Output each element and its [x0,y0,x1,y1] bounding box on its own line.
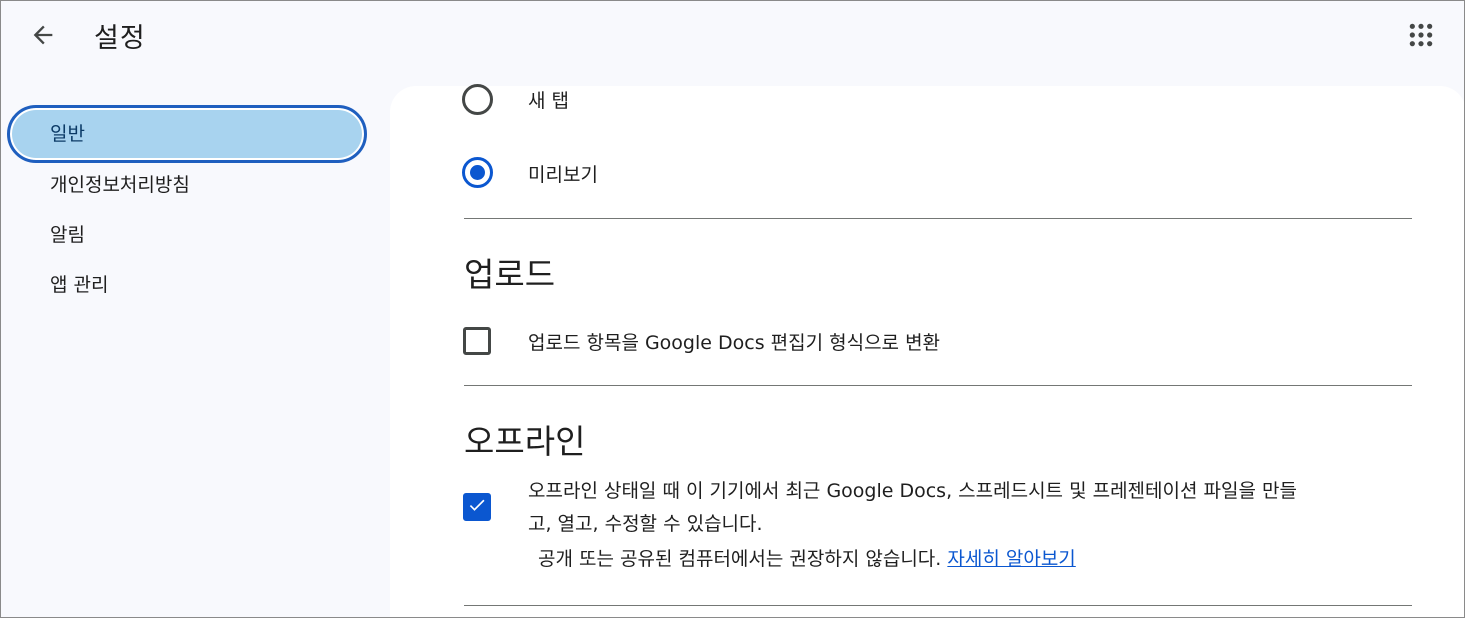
sidebar-item-label: 앱 관리 [50,274,109,296]
settings-window: 설정 일반 개인정보처리방침 알림 앱 관리 새 탭 미리보기 업로드 업로드 … [0,0,1465,618]
apps-button[interactable] [1401,17,1441,57]
offline-description-line2: 고, 열고, 수정할 수 있습니다. [528,513,763,535]
checkmark-icon [467,495,487,519]
offline-warning-text: 공개 또는 공유된 컴퓨터에서는 권장하지 않습니다. [538,548,942,570]
apps-grid-icon [1408,22,1434,52]
settings-content: 새 탭 미리보기 업로드 업로드 항목을 Google Docs 편집기 형식으… [390,84,1464,617]
offline-warning: 공개 또는 공유된 컴퓨터에서는 권장하지 않습니다. 자세히 알아보기 [538,543,1076,576]
sidebar-item-label: 알림 [50,224,85,246]
page-title: 설정 [94,23,146,54]
section-title-upload: 업로드 [464,255,556,294]
offline-checkbox[interactable] [463,493,491,521]
radio-selected-dot [470,165,485,180]
learn-more-link[interactable]: 자세히 알아보기 [947,548,1075,570]
back-button[interactable] [23,19,63,55]
arrow-left-icon [29,21,57,53]
convert-uploads-label: 업로드 항목을 Google Docs 편집기 형식으로 변환 [528,332,941,354]
radio-preview-label: 미리보기 [528,164,598,186]
divider [464,385,1412,386]
radio-new-tab[interactable] [462,84,493,115]
radio-new-tab-label: 새 탭 [528,90,569,112]
radio-preview[interactable] [462,157,493,188]
sidebar-item-label: 일반 [50,123,85,145]
sidebar-item-manage-apps[interactable]: 앱 관리 [7,256,367,314]
offline-description: 오프라인 상태일 때 이 기기에서 최근 Google Docs, 스프레드시트… [528,475,1297,541]
divider [464,605,1412,606]
offline-description-line1: 오프라인 상태일 때 이 기기에서 최근 Google Docs, 스프레드시트… [528,480,1297,502]
divider [464,218,1412,219]
sidebar-item-general[interactable]: 일반 [7,105,367,163]
sidebar-item-label: 개인정보처리방침 [50,174,190,196]
convert-uploads-checkbox[interactable] [463,327,491,355]
section-title-offline: 오프라인 [464,422,586,461]
